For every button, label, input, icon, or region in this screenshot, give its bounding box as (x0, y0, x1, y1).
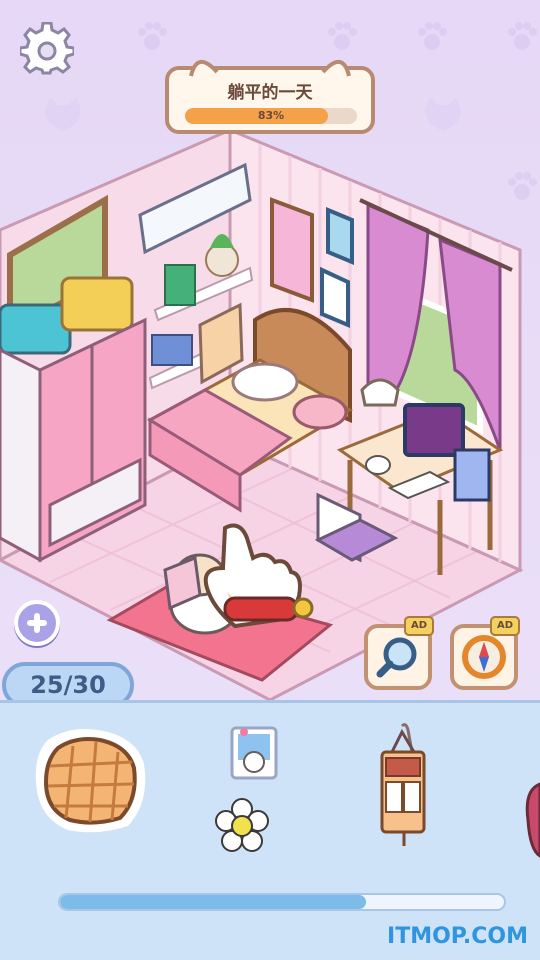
partial-tray-item[interactable] (520, 780, 540, 860)
magnifier-icon (376, 637, 417, 678)
flower-sticker-item[interactable] (212, 795, 272, 857)
plus-icon (27, 613, 47, 633)
cat-ear-icon (321, 60, 351, 77)
add-item-button[interactable] (14, 600, 60, 646)
hanging-organizer-item[interactable] (372, 722, 434, 852)
tray-scroll-thumb[interactable] (60, 895, 367, 909)
cat-photo-sticker-item[interactable] (226, 722, 282, 784)
waffle-cushion-item[interactable] (28, 722, 156, 840)
tray-scroll-bar[interactable] (58, 893, 506, 911)
level-title: 躺平的一天 (227, 83, 313, 103)
level-title-card: 躺平的一天 83% (165, 60, 375, 134)
level-progress-label: 83% (257, 109, 285, 122)
compass-hint-button[interactable]: AD (450, 616, 520, 690)
game-scene: 躺平的一天 83% AD AD (0, 0, 540, 700)
watermark-text: ITMOP.COM (387, 924, 528, 949)
settings-button[interactable] (18, 21, 76, 76)
paw-print-icon (418, 22, 447, 50)
paw-print-icon (508, 22, 537, 50)
level-progress-bar: 83% (185, 108, 357, 124)
ad-badge: AD (404, 616, 434, 636)
tutorial-hand-pointer (203, 523, 314, 629)
paw-print-icon (138, 22, 167, 50)
cat-ear-icon (189, 60, 219, 77)
compass-icon (462, 635, 506, 679)
ad-badge: AD (490, 616, 520, 636)
gear-icon (18, 21, 76, 75)
magnifier-hint-button[interactable]: AD (364, 616, 434, 690)
